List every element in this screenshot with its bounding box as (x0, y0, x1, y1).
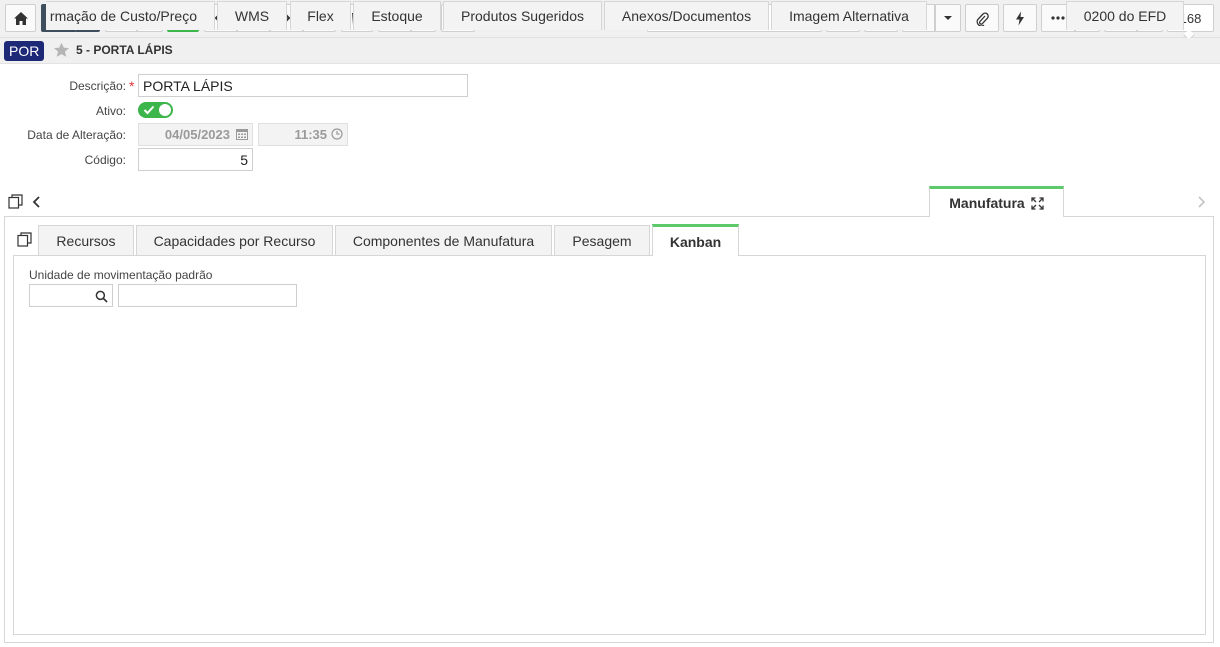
tab-label: Manufatura (949, 195, 1025, 211)
unidade-code-input[interactable] (29, 284, 113, 307)
codigo-field[interactable]: 5 (138, 148, 253, 171)
tabs-list-icon[interactable] (8, 194, 23, 209)
tab-label: Produtos Sugeridos (461, 8, 584, 24)
export-dropdown[interactable] (935, 4, 961, 32)
tab-pesagem[interactable]: Pesagem (554, 225, 650, 255)
tabs-list-icon[interactable] (17, 232, 32, 247)
tab-flex[interactable]: Flex (290, 1, 351, 30)
tab-anexos-documentos[interactable]: Anexos/Documentos (604, 1, 769, 30)
codigo-label: Código: (84, 153, 126, 167)
tab-produtos-sugeridos[interactable]: Produtos Sugeridos (443, 1, 602, 30)
ativo-label: Ativo: (95, 104, 126, 118)
language-badge[interactable]: POR (4, 41, 45, 61)
more-icon (1051, 16, 1065, 20)
chevron-right-icon[interactable] (1197, 195, 1206, 209)
tab-0200-efd[interactable]: 0200 do EFD (1066, 1, 1184, 30)
paperclip-icon (976, 11, 989, 26)
attachments-button[interactable] (965, 4, 999, 32)
tab-label: WMS (234, 8, 270, 24)
actions-button[interactable] (1003, 4, 1037, 32)
breadcrumb: POR 5 - PORTA LÁPIS (0, 38, 1220, 64)
search-icon[interactable] (95, 290, 108, 303)
toggle-knob (159, 104, 171, 116)
chevron-left-icon[interactable] (32, 195, 41, 209)
home-icon (13, 11, 28, 25)
ativo-toggle[interactable] (138, 102, 173, 118)
tab-capacidades-por-recurso[interactable]: Capacidades por Recurso (136, 225, 333, 255)
tab-label: Componentes de Manufatura (352, 232, 535, 249)
descricao-field[interactable]: PORTA LÁPIS (138, 74, 468, 97)
tab-label: Recursos (56, 232, 116, 249)
unidade-description-field (118, 284, 297, 307)
page-title: 5 - PORTA LÁPIS (76, 43, 173, 57)
tab-label: Kanban (669, 233, 722, 250)
data-alteracao-value: 04/05/2023 (164, 127, 230, 142)
favorite-star-icon[interactable] (53, 42, 70, 58)
chevron-down-icon (944, 16, 952, 20)
clock-icon (331, 128, 343, 140)
tab-recursos[interactable]: Recursos (38, 225, 134, 255)
tab-label: rmação de Custo/Preço (49, 8, 197, 24)
tab-formacao-custo-preco[interactable]: rmação de Custo/Preço (46, 1, 215, 30)
tab-componentes-manufatura[interactable]: Componentes de Manufatura (335, 225, 552, 255)
check-icon (143, 105, 155, 115)
unidade-movimentacao-label: Unidade de movimentação padrão (29, 268, 213, 282)
tab-label: 0200 do EFD (1083, 8, 1167, 24)
hora-alteracao-value: 11:35 (294, 127, 327, 142)
tab-label: Estoque (371, 8, 423, 24)
tab-wms[interactable]: WMS (217, 1, 287, 30)
required-mark: * (129, 78, 135, 94)
tab-kanban[interactable]: Kanban (652, 224, 739, 256)
data-alteracao-label: Data de Alteração: (27, 128, 126, 142)
calendar-icon (236, 129, 248, 140)
tab-estoque[interactable]: Estoque (353, 1, 441, 30)
tab-imagem-alternativa[interactable]: Imagem Alternativa (771, 1, 927, 30)
tab-label: Capacidades por Recurso (153, 232, 316, 249)
inner-tab-panel (13, 255, 1206, 635)
tab-label: Pesagem (572, 232, 632, 249)
home-button[interactable] (5, 4, 36, 32)
tab-label: Anexos/Documentos (621, 8, 752, 24)
lightning-icon (1016, 11, 1024, 25)
tab-label: Imagem Alternativa (789, 8, 909, 24)
expand-icon[interactable] (1031, 196, 1044, 210)
tab-label: Flex (307, 8, 334, 24)
tab-manufatura[interactable]: Manufatura (929, 186, 1064, 217)
descricao-label: Descrição: (69, 79, 126, 93)
